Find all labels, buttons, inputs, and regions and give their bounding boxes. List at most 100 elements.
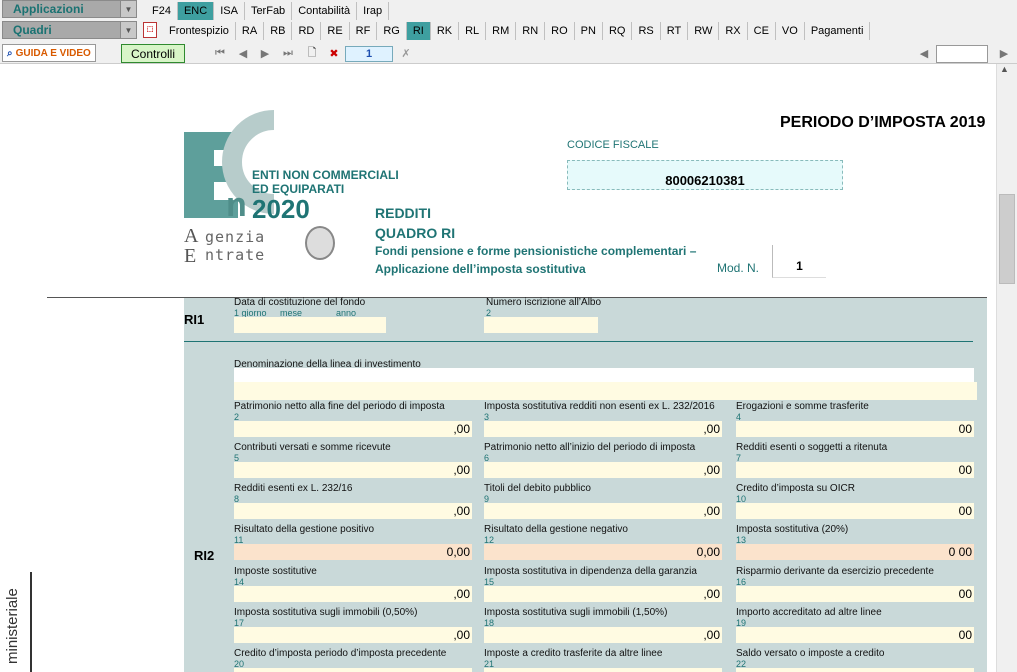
ri2-field-label: Imposte a credito trasferite da altre li… xyxy=(484,648,663,659)
quadro-tab-frontespizio[interactable]: Frontespizio xyxy=(163,22,236,40)
new-page-icon[interactable]: 🗋 xyxy=(304,45,320,61)
ri2-field-input[interactable]: ,00 xyxy=(484,503,722,519)
quadro-tab-ra[interactable]: RA xyxy=(236,22,265,40)
denominazione-input[interactable] xyxy=(234,382,977,400)
ri2-field-input[interactable]: 0,00 xyxy=(484,544,722,560)
data-costituzione-label: Data di costituzione del fondo xyxy=(234,297,366,308)
redditi-title: REDDITI xyxy=(375,205,431,221)
ri2-field-input[interactable]: 00 xyxy=(736,503,974,519)
tab-irap[interactable]: Irap xyxy=(357,2,390,20)
numero-iscrizione-input[interactable] xyxy=(484,317,598,333)
quadro-tab-vo[interactable]: VO xyxy=(776,22,805,40)
scroll-right-icon[interactable]: ▶ xyxy=(996,45,1012,61)
ri2-field-input[interactable]: ,00 xyxy=(234,462,472,478)
ri2-field-label: Imposta sostitutiva redditi non esenti e… xyxy=(484,401,715,412)
ri2-field-label: Importo accreditato ad altre linee xyxy=(736,607,882,618)
codice-fiscale-label: CODICE FISCALE xyxy=(567,139,659,151)
ri2-field-label: Imposte sostitutive xyxy=(234,566,317,577)
quadro-tab-rm[interactable]: RM xyxy=(486,22,517,40)
scroll-up-icon[interactable]: ▲ xyxy=(1000,64,1009,74)
chevron-down-icon[interactable]: ▼ xyxy=(120,1,136,17)
search-input[interactable] xyxy=(936,45,988,63)
quadro-tab-rg[interactable]: RG xyxy=(377,22,407,40)
quadri-label: Quadri xyxy=(13,23,52,37)
codice-fiscale-field[interactable]: 80006210381 xyxy=(567,160,843,190)
quadro-title: QUADRO RI xyxy=(375,225,456,241)
ri2-field-label: Redditi esenti ex L. 232/16 xyxy=(234,483,353,494)
tab-contabilit-[interactable]: Contabilità xyxy=(292,2,358,20)
tab-enc[interactable]: ENC xyxy=(177,2,215,20)
ri2-field-input[interactable]: 00 xyxy=(736,462,974,478)
ri2-field-input[interactable]: ,00 xyxy=(234,503,472,519)
ri2-field-label: Imposta sostitutiva sugli immobili (0,50… xyxy=(234,607,418,618)
quadro-tab-rt[interactable]: RT xyxy=(661,22,689,40)
delete-page-icon[interactable]: ✖ xyxy=(326,45,342,61)
mod-field[interactable]: 1 xyxy=(772,245,826,278)
last-page-icon[interactable]: ⏭ xyxy=(280,45,296,61)
ri2-field-input[interactable]: 0 00 xyxy=(736,544,974,560)
ri2-field-input[interactable]: 00 xyxy=(736,627,974,643)
page-number[interactable]: 1 xyxy=(345,46,393,62)
quadro-tab-rw[interactable]: RW xyxy=(688,22,720,40)
quadro-tab-rb[interactable]: RB xyxy=(264,22,293,40)
first-page-icon[interactable]: ⏮ xyxy=(212,45,228,61)
ri2-field-input[interactable]: 00 xyxy=(736,421,974,437)
scroll-left-icon[interactable]: ◀ xyxy=(916,45,932,61)
ri2-field-label: Titoli del debito pubblico xyxy=(484,483,591,494)
quadro-tab-rf[interactable]: RF xyxy=(350,22,378,40)
top-tabs: F24 ENC ISA TerFab Contabilità Irap xyxy=(146,1,390,21)
ri2-field-input[interactable] xyxy=(234,668,472,672)
ri2-field-input[interactable]: ,00 xyxy=(234,586,472,602)
ri2-field-label: Patrimonio netto alla fine del periodo d… xyxy=(234,401,445,412)
ri2-field-input[interactable] xyxy=(736,668,974,672)
quadro-tab-rq[interactable]: RQ xyxy=(603,22,633,40)
ri2-field-input[interactable]: ,00 xyxy=(484,421,722,437)
ri2-field-input[interactable]: 00 xyxy=(736,586,974,602)
ri2-field-input[interactable] xyxy=(484,668,722,672)
ri2-field-label: Risparmio derivante da esercizio precede… xyxy=(736,566,934,577)
mod-label: Mod. N. xyxy=(717,261,760,275)
svg-text:n: n xyxy=(226,186,247,220)
quadri-dropdown[interactable]: Quadri ▼ xyxy=(2,21,137,39)
ri2-field-label: Erogazioni e somme trasferite xyxy=(736,401,869,412)
quadro-tab-rs[interactable]: RS xyxy=(632,22,661,40)
quadro-tab-pagamenti[interactable]: Pagamenti xyxy=(805,22,871,40)
quadro-tab-rx[interactable]: RX xyxy=(719,22,748,40)
ri2-field-input[interactable]: ,00 xyxy=(484,586,722,602)
ri2-field-label: Credito d’imposta periodo d’imposta prec… xyxy=(234,648,447,659)
data-costituzione-input[interactable] xyxy=(234,317,386,333)
quadro-tab-ce[interactable]: CE xyxy=(748,22,776,40)
ri2-field-input[interactable]: ,00 xyxy=(234,421,472,437)
ri2-field-input[interactable]: ,00 xyxy=(234,627,472,643)
prev-page-icon[interactable]: ◀ xyxy=(235,45,251,61)
quadro-tab-rk[interactable]: RK xyxy=(431,22,460,40)
ri2-field-input[interactable]: 0,00 xyxy=(234,544,472,560)
quadro-tab-rl[interactable]: RL xyxy=(459,22,487,40)
vertical-scrollbar[interactable]: ▲ xyxy=(996,64,1017,672)
ri2-field-input[interactable]: ,00 xyxy=(484,627,722,643)
chevron-down-icon[interactable]: ▼ xyxy=(120,22,136,38)
quadro-tab-rd[interactable]: RD xyxy=(292,22,322,40)
ri1-label: RI1 xyxy=(184,312,205,327)
quadro-tab-ri[interactable]: RI xyxy=(406,22,431,40)
guida-video-button[interactable]: ⌕ GUIDA E VIDEO xyxy=(2,44,96,62)
quadro-tab-rn[interactable]: RN xyxy=(516,22,546,40)
tab-f24[interactable]: F24 xyxy=(146,2,178,20)
quadro-tab-re[interactable]: RE xyxy=(321,22,350,40)
disabled-delete-icon: ✗ xyxy=(401,47,411,60)
ri2-field-label: Saldo versato o imposte a credito xyxy=(736,648,885,659)
quadro-tab-pn[interactable]: PN xyxy=(575,22,603,40)
tab-terfab[interactable]: TerFab xyxy=(245,2,293,20)
controlli-button[interactable]: Controlli xyxy=(121,44,185,63)
applicazioni-label: Applicazioni xyxy=(13,2,84,16)
ri2-field-input[interactable]: ,00 xyxy=(484,462,722,478)
pdf-icon[interactable]: ⬚ xyxy=(143,22,157,38)
next-page-icon[interactable]: ▶ xyxy=(257,45,273,61)
scroll-thumb[interactable] xyxy=(999,194,1015,284)
quadri-tabs: Frontespizio RA RB RD RE RF RG RI RK RL RM RN RO PN RQ… xyxy=(163,21,871,41)
ministeriale-label: ministeriale xyxy=(4,588,21,664)
applicazioni-dropdown[interactable]: Applicazioni ▼ xyxy=(2,0,137,18)
denominazione-top xyxy=(234,368,974,382)
tab-isa[interactable]: ISA xyxy=(214,2,245,20)
quadro-tab-ro[interactable]: RO xyxy=(545,22,575,40)
